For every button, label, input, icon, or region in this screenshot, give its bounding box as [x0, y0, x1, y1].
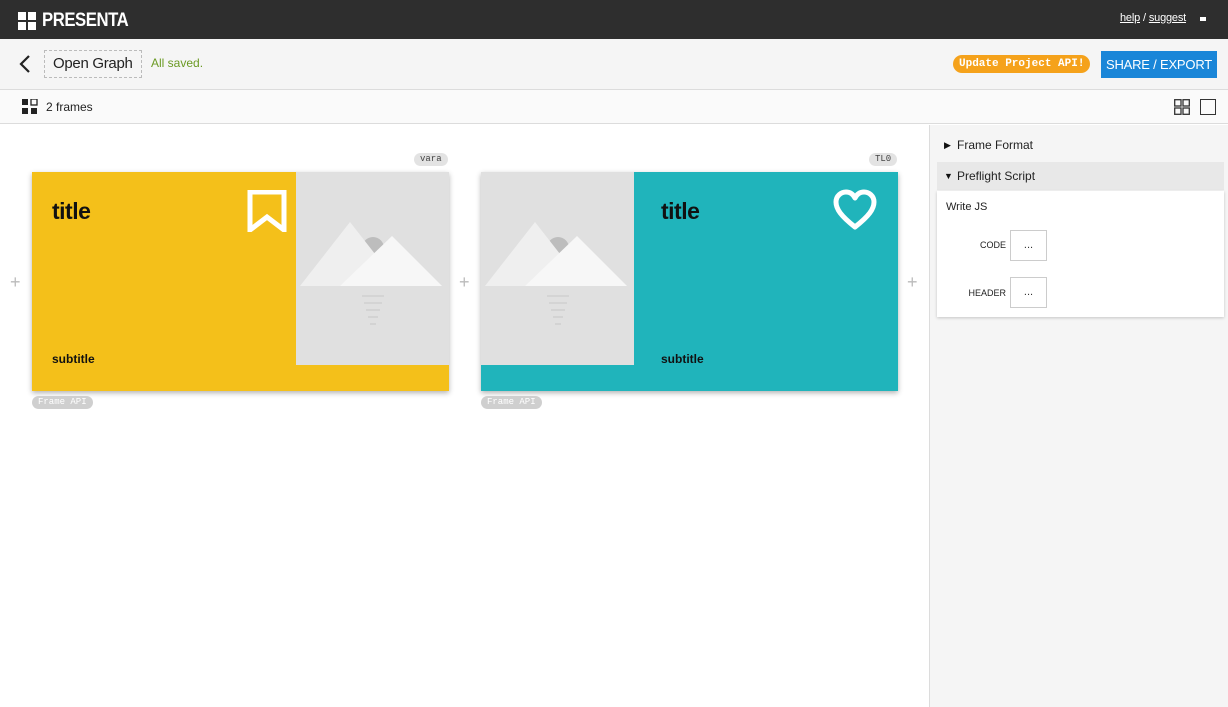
frame-title: title: [52, 198, 91, 224]
project-header: Open Graph All saved. Update Project API…: [0, 39, 1228, 90]
add-frame-button[interactable]: +: [10, 273, 21, 291]
chevron-left-icon: [19, 55, 30, 73]
frame-template-tag[interactable]: TL0: [869, 153, 898, 166]
add-frame-button[interactable]: +: [459, 273, 470, 291]
preflight-script-label: Preflight Script: [957, 169, 1036, 183]
update-project-api-button[interactable]: Update Project API!: [953, 55, 1091, 73]
logo-text: PRESENTA: [42, 10, 129, 31]
preflight-script-body: Write JS CODE ... HEADER ...: [937, 191, 1224, 317]
bookmark-icon: [247, 190, 287, 232]
properties-panel: ▶ Frame Format ▼ Preflight Script Write …: [929, 125, 1228, 707]
logo-grid-icon: [18, 12, 36, 30]
frame-card[interactable]: title subtitle: [481, 172, 898, 391]
heart-icon: [833, 189, 877, 230]
back-button[interactable]: [16, 52, 36, 76]
frame-subtitle: subtitle: [661, 352, 704, 366]
help-link[interactable]: help: [1120, 12, 1140, 24]
frame-subtitle: subtitle: [52, 352, 95, 366]
frames-canvas: + + + vara title subtitle Frame API TL0: [0, 125, 929, 707]
top-links: help / suggest: [1120, 12, 1186, 24]
frame-api-badge[interactable]: Frame API: [32, 396, 93, 409]
link-separator: /: [1143, 12, 1146, 24]
image-placeholder-icon: [300, 222, 442, 325]
code-label: CODE: [979, 240, 1006, 250]
frame-template-tag[interactable]: vara: [414, 153, 448, 166]
frame-format-section[interactable]: ▶ Frame Format: [937, 131, 1224, 159]
top-bar: PRESENTA help / suggest: [0, 0, 1228, 39]
save-status: All saved.: [151, 56, 204, 70]
menu-icon[interactable]: [1200, 17, 1206, 21]
share-export-button[interactable]: SHARE / EXPORT: [1101, 51, 1217, 78]
preflight-script-section[interactable]: ▼ Preflight Script: [937, 162, 1224, 190]
image-placeholder: [481, 172, 634, 365]
write-js-label: Write JS: [946, 201, 988, 213]
frames-icon[interactable]: [22, 99, 38, 115]
header-label: HEADER: [968, 288, 1006, 298]
add-frame-button[interactable]: +: [907, 273, 918, 291]
single-view-icon[interactable]: [1200, 99, 1216, 115]
app-logo[interactable]: PRESENTA: [18, 10, 140, 32]
code-edit-button[interactable]: ...: [1010, 230, 1047, 261]
grid-view-icon[interactable]: [1174, 99, 1190, 115]
frame-api-badge[interactable]: Frame API: [481, 396, 542, 409]
header-edit-button[interactable]: ...: [1010, 277, 1047, 308]
frames-toolbar: 2 frames: [0, 90, 1228, 124]
triangle-down-icon: ▼: [944, 171, 953, 181]
triangle-right-icon: ▶: [944, 140, 951, 150]
frames-count: 2 frames: [46, 100, 93, 114]
project-name-field[interactable]: Open Graph: [44, 50, 142, 78]
frame-card[interactable]: title subtitle: [32, 172, 449, 391]
frame-title: title: [661, 198, 700, 224]
frame-format-label: Frame Format: [957, 138, 1034, 152]
suggest-link[interactable]: suggest: [1149, 12, 1186, 24]
image-placeholder-icon: [485, 222, 627, 325]
image-placeholder: [296, 172, 449, 365]
